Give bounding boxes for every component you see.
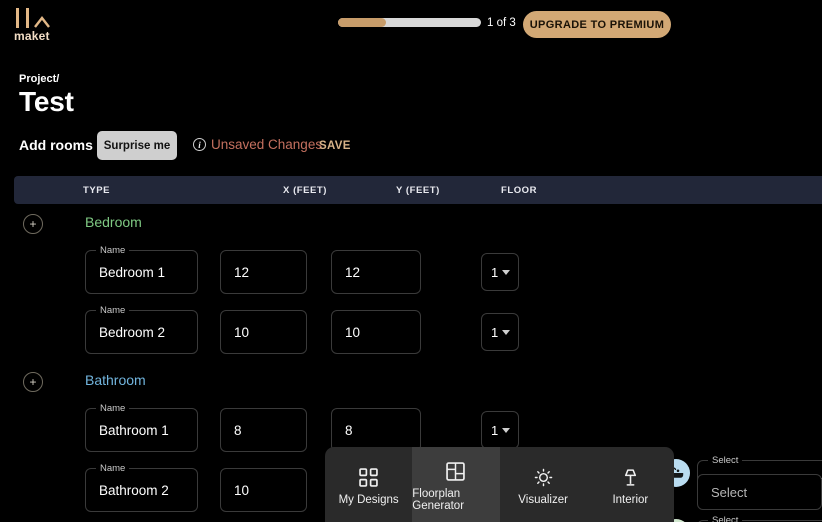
room-floor-value: 1 [491,264,499,280]
add-bathroom-button[interactable]: + [23,372,43,392]
room-x-value: 10 [234,324,250,340]
room-name-label: Name [96,305,130,316]
nav-item-visualizer[interactable]: Visualizer [500,447,587,522]
brand-logo[interactable]: maket [14,8,78,43]
room-y-value: 10 [345,324,361,340]
table-header-row: TYPE X (FEET) Y (FEET) FLOOR N [14,176,822,204]
nav-label-visualizer: Visualizer [518,493,568,506]
nav-label-interior: Interior [612,493,649,506]
room-type-select[interactable]: Select [697,474,822,510]
room-x-value: 10 [234,482,250,498]
column-header-y: Y (FEET) [396,185,440,196]
add-rooms-label: Add rooms [19,137,93,153]
chevron-down-icon [502,329,511,335]
progress-track [338,18,481,27]
chevron-down-icon [502,427,511,433]
room-floor-value: 1 [491,422,499,438]
room-name-value: Bedroom 1 [99,264,166,280]
room-y-value: 8 [345,422,353,438]
nav-item-interior[interactable]: Interior [587,447,674,522]
nav-item-floorplan-generator[interactable]: Floorplan Generator [412,447,500,522]
room-type-select-label: Select [708,515,743,522]
add-bedroom-button[interactable]: + [23,214,43,234]
caret-up-icon [34,16,50,28]
column-header-type: TYPE [83,185,111,196]
room-name-value: Bathroom 2 [99,482,169,498]
room-name-label: Name [96,463,130,474]
room-name-field[interactable]: Name Bedroom 1 [85,245,198,294]
room-x-value: 8 [234,422,242,438]
room-floor-select[interactable]: 1 [481,411,519,449]
room-name-field[interactable]: Name Bedroom 2 [85,305,198,354]
surprise-me-button[interactable]: Surprise me [97,131,177,160]
sun-icon [534,468,553,487]
page-title: Test [19,86,74,117]
room-name-value: Bedroom 2 [99,324,166,340]
maket-logo-icon [14,8,58,30]
room-floor-select[interactable]: 1 [481,253,519,291]
group-label-bedroom: Bedroom [85,214,142,230]
group-header-bathroom: + Bathroom [0,372,822,396]
column-header-x: X (FEET) [283,185,327,196]
progress-fill [338,18,386,27]
room-x-field[interactable]: 10 [220,468,307,512]
group-header-bedroom: + Bedroom [0,214,822,238]
unsaved-changes-status: Unsaved Changes [211,137,323,152]
progress-count-label: 1 of 3 [487,17,516,29]
grid-icon [359,467,378,487]
room-name-field[interactable]: Name Bathroom 1 [85,403,198,452]
room-x-field[interactable]: 8 [220,408,307,452]
brand-name: maket [14,29,50,43]
room-name-label: Name [96,245,130,256]
bottom-navigation-bar: My Designs Floorplan Generator Visualize… [325,447,674,522]
column-header-floor: FLOOR [501,185,537,196]
room-floor-value: 1 [491,324,499,340]
room-type-select-label: Select [708,455,743,466]
room-y-field[interactable]: 10 [331,310,421,354]
room-x-value: 12 [234,264,250,280]
room-name-field[interactable]: Name Bathroom 2 [85,463,198,512]
chevron-down-icon [502,269,511,275]
save-button[interactable]: SAVE [319,140,351,152]
room-y-field[interactable]: 8 [331,408,421,452]
breadcrumb: Project/ [19,73,60,85]
usage-progress-bar [338,18,481,27]
room-y-field[interactable]: 12 [331,250,421,294]
room-type-select-placeholder: Select [711,484,748,500]
room-x-field[interactable]: 12 [220,250,307,294]
room-name-label: Name [96,403,130,414]
room-x-field[interactable]: 10 [220,310,307,354]
group-label-bathroom: Bathroom [85,372,146,388]
upgrade-to-premium-button[interactable]: UPGRADE TO PREMIUM [523,11,671,38]
room-name-value: Bathroom 1 [99,422,169,438]
top-bar: maket 1 of 3 UPGRADE TO PREMIUM [0,0,822,56]
room-y-value: 12 [345,264,361,280]
floorplan-icon [446,461,466,481]
nav-label-floorplan-generator: Floorplan Generator [412,487,465,512]
lamp-icon [621,468,640,487]
room-floor-select[interactable]: 1 [481,313,519,351]
nav-label-my-designs: My Designs [338,493,399,506]
info-icon: i [193,138,206,151]
nav-item-my-designs[interactable]: My Designs [325,447,412,522]
